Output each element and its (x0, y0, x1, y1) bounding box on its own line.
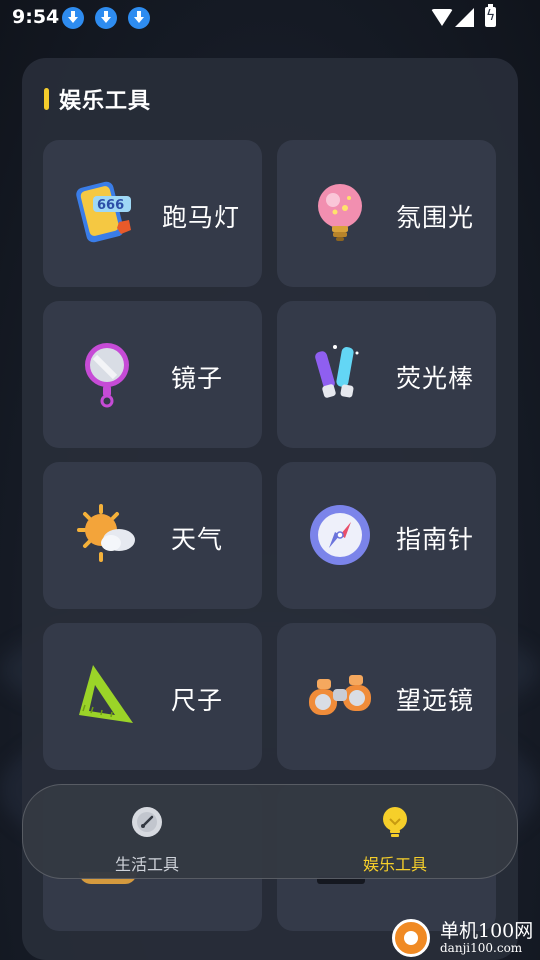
svg-text:666: 666 (97, 198, 124, 213)
tool-label: 氛围光 (396, 203, 475, 232)
glow-stick-icon (315, 345, 359, 398)
weather-sun-cloud-icon (77, 504, 135, 562)
triangle-ruler-icon (79, 665, 133, 723)
tool-card-compass[interactable]: 指南针 (277, 462, 496, 609)
nav-tab-entertainment-tools[interactable]: 娱乐工具 (295, 785, 495, 878)
nav-tab-life-tools[interactable]: 生活工具 (47, 785, 247, 878)
download-icon (95, 7, 117, 29)
tool-card-mirror[interactable]: 镜子 (43, 301, 262, 448)
tool-card-glow-stick[interactable]: 荧光棒 (277, 301, 496, 448)
light-bulb-icon (383, 807, 407, 837)
watermark: 单机100网 danji100.com (390, 915, 540, 960)
tool-label: 跑马灯 (162, 203, 241, 232)
tool-label: 天气 (171, 525, 224, 554)
bottom-navigation: 生活工具 娱乐工具 (22, 784, 518, 879)
wifi-icon (431, 9, 453, 26)
section-title: 娱乐工具 (59, 89, 152, 114)
tool-label: 荧光棒 (396, 364, 475, 393)
tool-label: 望远镜 (396, 686, 475, 715)
status-bar: 9:54 (0, 0, 540, 36)
tool-card-marquee[interactable]: 666 跑马灯 (43, 140, 262, 287)
tool-card-telescope[interactable]: 望远镜 (277, 623, 496, 770)
gauge-icon (132, 807, 162, 837)
light-bulb-icon (318, 184, 362, 241)
compass-icon (310, 505, 370, 565)
marquee-phone-icon: 666 (76, 181, 131, 243)
section-header: 娱乐工具 (44, 86, 152, 114)
nav-label: 娱乐工具 (362, 855, 427, 874)
download-icon (62, 7, 84, 29)
title-accent-bar (44, 88, 49, 110)
status-time: 9:54 (12, 6, 60, 28)
signal-icon (455, 8, 474, 27)
tool-card-ambient-light[interactable]: 氛围光 (277, 140, 496, 287)
tool-label: 指南针 (396, 525, 475, 554)
binoculars-icon (309, 675, 371, 715)
watermark-logo-icon (392, 919, 430, 957)
tool-card-ruler[interactable]: 尺子 (43, 623, 262, 770)
watermark-title: 单机100网 (440, 920, 534, 942)
hand-mirror-icon (85, 343, 129, 408)
tool-card-weather[interactable]: 天气 (43, 462, 262, 609)
download-icon (128, 7, 150, 29)
tool-label: 镜子 (171, 364, 224, 393)
tool-label: 尺子 (171, 686, 224, 715)
battery-charging-icon (485, 4, 496, 27)
watermark-url: danji100.com (440, 941, 523, 955)
nav-label: 生活工具 (114, 855, 179, 874)
